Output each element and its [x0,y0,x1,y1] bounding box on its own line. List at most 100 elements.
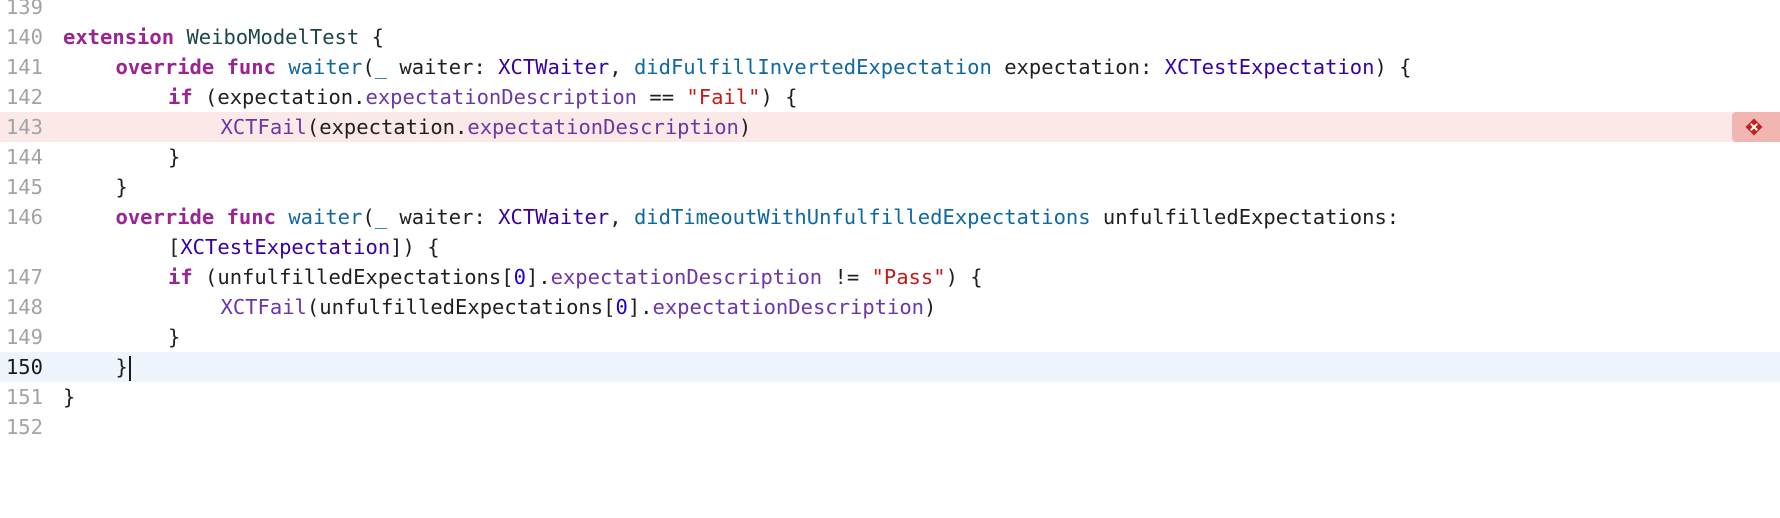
code-token-type: XCTestExpectation [180,235,391,259]
code-line[interactable]: 141 override func waiter(_ waiter: XCTWai… [0,52,1780,82]
code-token-type: XCTWaiter [498,55,610,79]
line-number: 145 [5,175,43,199]
code-token-plain: ]) { [390,235,440,259]
code-token-plain: } [63,385,76,409]
code-token-plain: } [168,145,181,169]
code-token-plain: ) { [1374,55,1412,79]
line-number: 144 [5,145,43,169]
code-token-plain: ) { [945,265,983,289]
code-token-plain: } [115,355,128,379]
code-token-plain: (expectation. [306,115,468,139]
code-token-plain: != [822,265,872,289]
code-line[interactable]: 152 [0,412,1780,442]
code-token-decl: _ [374,205,388,229]
code-token-plain: ( [362,55,375,79]
code-token-plain: ( [362,205,375,229]
code-token-plain: ) [924,295,937,319]
code-token-num: 0 [615,295,628,319]
code-token-plain: == [637,85,687,109]
code-token-plain: ) [738,115,752,139]
code-text: if (expectation.expectationDescription =… [168,82,797,112]
code-token-plain: } [115,175,128,199]
code-token-member: expectationDescription [652,295,925,319]
code-line[interactable]: 145} [0,172,1780,202]
code-text: if (unfulfilledExpectations[0].expectati… [168,262,983,292]
line-number: 143 [5,115,43,139]
code-token-plain: expectation: [991,55,1165,79]
code-text: XCTFail(unfulfilledExpectations[0].expec… [221,292,937,322]
code-token-num: 0 [513,265,526,289]
line-number: 149 [5,325,43,349]
code-text: override func waiter(_ waiter: XCTWaiter… [116,52,1412,82]
code-text: } [63,382,75,412]
code-token-plain: , [609,55,634,79]
code-text: } [116,172,128,202]
code-token-kw: if [168,265,193,289]
line-number: 151 [5,385,43,409]
code-token-type: XCTWaiter [498,205,610,229]
code-token-plain: , [609,205,634,229]
code-line[interactable]: 144} [0,142,1780,172]
code-line[interactable]: [XCTestExpectation]) { [0,232,1780,262]
line-number: 146 [5,205,43,229]
code-token-plain: waiter: [387,205,499,229]
code-token-plain: { [359,25,384,49]
line-number: 148 [5,295,43,319]
code-text: [XCTestExpectation]) { [168,232,440,262]
code-token-member: expectationDescription [467,115,739,139]
code-line-current[interactable]: 150} [0,352,1780,382]
code-text: } [168,142,180,172]
code-token-plain: (expectation. [192,85,366,109]
code-token-member: expectationDescription [365,85,638,109]
line-number: 150 [5,355,43,379]
code-text: } [116,352,131,382]
code-token-plain: ) { [760,85,798,109]
code-token-str: "Pass" [871,265,946,289]
code-token-plain: [ [168,235,181,259]
code-token-member: XCTFail [220,295,307,319]
line-number: 140 [5,25,43,49]
code-token-ext: WeiboModelTest [186,25,360,49]
line-number: 152 [5,415,43,439]
code-token-plain: } [168,325,181,349]
code-token-decl: waiter [288,55,363,79]
line-number: 142 [5,85,43,109]
code-line[interactable]: 139 [0,0,1780,22]
line-number: 139 [5,0,43,19]
code-token-member: XCTFail [220,115,307,139]
code-token-plain: unfulfilledExpectations: [1090,205,1400,229]
code-token-type: XCTestExpectation [1164,55,1375,79]
error-annotation-badge[interactable] [1732,112,1780,142]
code-token-str: "Fail" [686,85,761,109]
code-line[interactable]: 147 if (unfulfilledExpectations[0].expect… [0,262,1780,292]
code-line[interactable]: 140 extension WeiboModelTest { [0,22,1780,52]
code-text: } [168,322,180,352]
code-text: override func waiter(_ waiter: XCTWaiter… [116,202,1400,232]
code-line[interactable]: 148 XCTFail(unfulfilledExpectations[0].ex… [0,292,1780,322]
code-line-error[interactable]: 143 XCTFail(expectation.expectationDescri… [0,112,1780,142]
code-token-decl: didFulfillInvertedExpectation [633,55,992,79]
code-line[interactable]: 149} [0,322,1780,352]
code-line[interactable]: 151} [0,382,1780,412]
text-cursor [128,355,131,381]
code-token-decl: _ [374,55,388,79]
code-line[interactable]: 146 override func waiter(_ waiter: XCTWai… [0,202,1780,232]
code-token-plain: ]. [525,265,551,289]
code-text: extension WeiboModelTest { [63,22,384,52]
code-token-plain: ]. [627,295,653,319]
code-token-plain: (unfulfilledExpectations[ [306,295,616,319]
line-number: 147 [5,265,43,289]
code-token-kw: extension [63,25,175,49]
code-token-kw: func [226,205,276,229]
code-editor[interactable]: 139 140 extension WeiboModelTest {141 overr… [0,0,1780,518]
code-token-kw: override [115,205,215,229]
code-token-kw: if [168,85,193,109]
code-token-decl: waiter [288,205,363,229]
code-line[interactable]: 142 if (expectation.expectationDescriptio… [0,82,1780,112]
code-token-plain: (unfulfilledExpectations[ [192,265,514,289]
